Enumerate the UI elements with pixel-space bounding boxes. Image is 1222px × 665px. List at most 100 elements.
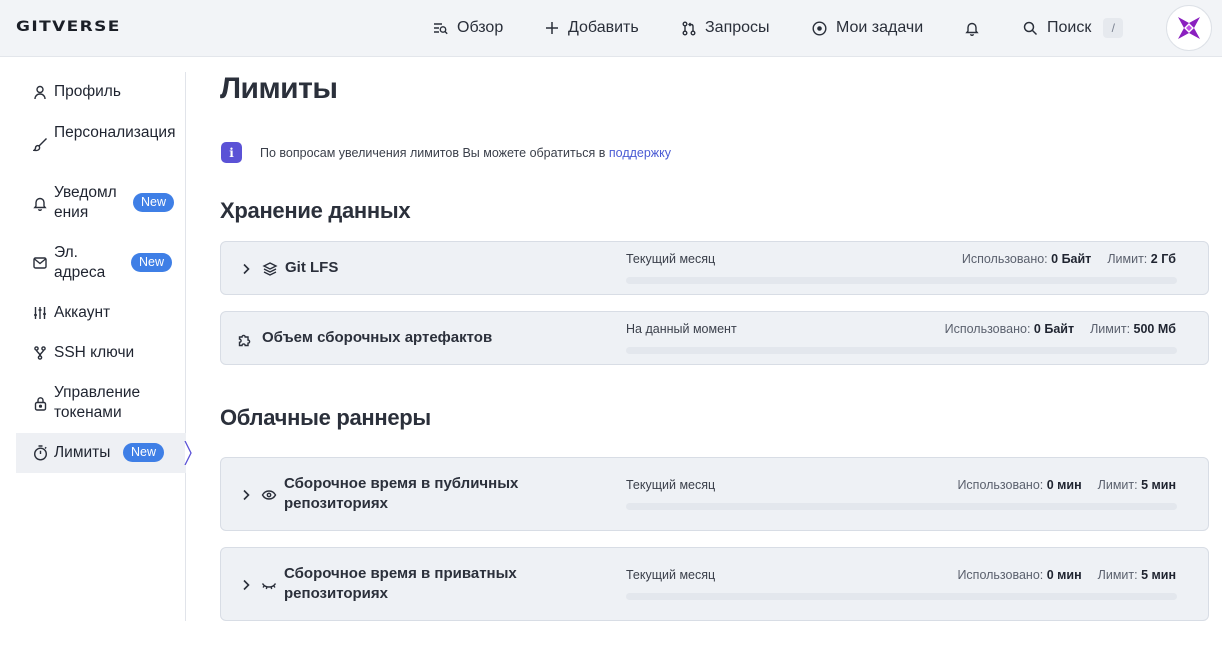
new-badge: New [123,443,165,462]
sidebar-item-limits[interactable]: Лимиты New [16,433,186,473]
sidebar-item-email[interactable]: Эл. адреса New [16,242,186,284]
limit-usage: Использовано: 0 мин Лимит: 5 мин [957,478,1176,492]
limit-card-public-build-time: Сборочное время в публичных репозиториях… [220,457,1209,531]
sidebar-item-ssh-keys[interactable]: SSH ключи [16,342,186,364]
section-title-runners: Облачные раннеры [220,405,431,430]
used-label: Использовано: [944,322,1031,336]
usage-progress-bar [626,593,1177,600]
bell-icon [965,22,979,36]
search-shortcut: / [1103,18,1124,38]
limit-value: 5 мин [1141,568,1176,582]
usage-progress-bar [626,347,1177,354]
nav-tasks[interactable]: Мои задачи [812,17,923,39]
pull-request-icon [682,21,696,35]
limit-label: Лимит: [1097,568,1138,582]
used-value: 0 Байт [1051,252,1092,266]
limit-usage: Использовано: 0 Байт Лимит: 500 Мб [945,322,1176,336]
stopwatch-icon [32,445,48,461]
overview-icon [434,23,448,35]
usage-progress-bar [626,503,1177,510]
limit-card-title: Сборочное время в публичных репозиториях [284,475,519,512]
chevron-right-icon[interactable] [241,489,251,501]
sidebar-item-tokens[interactable]: Управление токенами [16,382,186,424]
limit-label: Лимит: [1097,478,1138,492]
limit-card-title: Сборочное время в приватных репозиториях [284,565,517,602]
new-badge: New [133,193,175,212]
user-icon [32,84,48,100]
limit-card-title: Объем сборочных артефактов [262,329,493,346]
chevron-right-icon[interactable] [241,263,251,275]
info-message: По вопросам увеличения лимитов Вы можете… [260,146,671,160]
sidebar-item-label: Профиль [54,83,121,100]
sidebar-item-notifications[interactable]: Уведомл ения New [16,182,186,224]
nav-requests-label: Запросы [705,19,770,36]
search-label: Поиск [1047,19,1092,36]
bell-icon [32,195,48,211]
info-icon: i [221,142,242,163]
limit-label: Лимит: [1090,322,1131,336]
chevron-right-icon[interactable] [241,579,251,591]
used-value: 0 мин [1046,478,1082,492]
used-label: Использовано: [961,252,1048,266]
sidebar-item-personalization[interactable]: Персонализация [16,120,186,160]
limit-card-private-build-time: Сборочное время в приватных репозиториях… [220,547,1209,621]
limit-period: Текущий месяц [626,478,716,492]
limit-card-title: Git LFS [285,259,339,276]
sidebar-item-label: Управление токенами [54,384,141,421]
brush-icon [32,136,48,152]
limit-card-git-lfs: Git LFS Текущий месяц Использовано: 0 Ба… [220,241,1209,295]
key-fork-icon [32,345,48,361]
usage-progress-bar [626,277,1177,284]
search-icon [1023,21,1038,35]
limit-period: Текущий месяц [626,252,716,266]
gitverse-logo[interactable]: GITVERSE [16,19,121,35]
sidebar-item-account[interactable]: Аккаунт [16,302,186,324]
limit-value: 5 мин [1141,478,1176,492]
nav-overview[interactable]: Обзор [433,17,503,39]
layers-icon [262,262,278,276]
limit-value: 500 Мб [1133,322,1176,336]
info-text: По вопросам увеличения лимитов Вы можете… [260,146,606,160]
avatar[interactable] [1166,5,1212,51]
limit-period: Текущий месяц [626,568,716,582]
nav-add[interactable]: Добавить [545,17,639,39]
support-link[interactable]: поддержку [609,146,671,160]
nav-add-label: Добавить [568,19,639,36]
sidebar-item-label: Уведомл ения [54,184,117,221]
new-badge: New [131,253,173,272]
used-value: 0 Байт [1033,322,1075,336]
lock-icon [32,395,48,411]
limit-card-artifacts: Объем сборочных артефактов На данный мом… [220,311,1209,365]
used-label: Использовано: [957,568,1044,582]
used-value: 0 мин [1046,568,1082,582]
section-title-storage: Хранение данных [220,198,411,223]
mail-icon [32,255,48,271]
limit-usage: Использовано: 0 Байт Лимит: 2 Гб [962,252,1176,266]
settings-sidebar: Профиль Персонализация Уведомл ения New … [16,72,186,621]
sidebar-item-profile[interactable]: Профиль [16,80,186,104]
limit-value: 2 Гб [1150,252,1176,266]
notifications-button[interactable] [965,17,988,39]
eye-icon [261,490,277,500]
sidebar-item-label: Лимиты [54,444,111,461]
plus-icon [546,22,558,34]
active-indicator [184,441,192,465]
limit-label: Лимит: [1107,252,1148,266]
target-icon [812,20,827,36]
limit-period: На данный момент [626,322,737,336]
sliders-icon [32,305,48,321]
sidebar-item-label: SSH ключи [54,344,135,361]
nav-tasks-label: Мои задачи [836,19,924,36]
top-bar: GITVERSE Обзор Добавить Запросы Мои зада… [0,0,1222,57]
eye-closed-icon [261,583,277,590]
puzzle-icon [238,334,251,347]
sidebar-item-label: Аккаунт [54,304,111,321]
sidebar-item-label: Эл. адреса [54,244,106,281]
sidebar-item-label: Персонализация [54,124,176,141]
avatar-logo-icon [1178,17,1200,39]
limit-usage: Использовано: 0 мин Лимит: 5 мин [957,568,1176,582]
nav-requests[interactable]: Запросы [682,17,770,39]
used-label: Использовано: [957,478,1044,492]
nav-overview-label: Обзор [457,19,504,36]
search-button[interactable]: Поиск / [1023,17,1124,39]
